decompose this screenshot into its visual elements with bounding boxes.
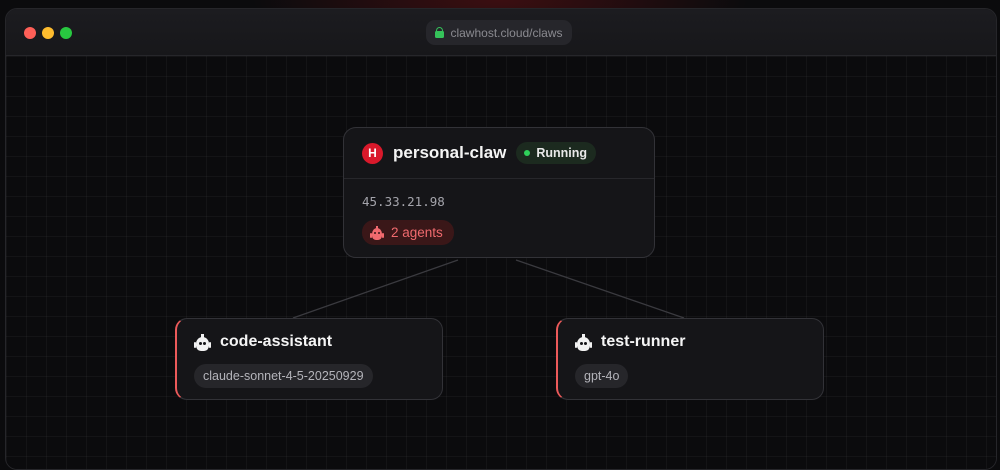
window-minimize-button[interactable] <box>42 27 54 39</box>
window-close-button[interactable] <box>24 27 36 39</box>
server-name: personal-claw <box>393 143 507 162</box>
agent-model-badge: claude-sonnet-4-5-20250929 <box>194 364 373 388</box>
status-badge: Running <box>516 142 597 164</box>
brand-h-icon: H <box>362 142 383 164</box>
server-card[interactable]: H personal-claw Running 45.33.21.98 2 ag… <box>343 127 655 258</box>
status-label: Running <box>536 146 588 160</box>
browser-titlebar: clawhost.cloud/claws <box>6 9 996 56</box>
status-dot-icon <box>524 150 531 156</box>
lock-icon <box>435 27 445 38</box>
agent-name: test-runner <box>601 333 686 350</box>
agent-card-test-runner[interactable]: test-runner gpt-4o <box>556 318 824 400</box>
agents-count-badge[interactable]: 2 agents <box>362 220 454 245</box>
server-ip: 45.33.21.98 <box>362 194 445 209</box>
server-card-header: H personal-claw Running <box>344 128 654 179</box>
address-url: clawhost.cloud/claws <box>450 25 563 40</box>
robot-icon <box>194 333 211 351</box>
agent-model-badge: gpt-4o <box>575 364 629 388</box>
robot-icon <box>575 333 592 351</box>
window-maximize-button[interactable] <box>60 27 72 39</box>
topology-canvas <box>6 56 996 469</box>
agent-card-code-assistant[interactable]: code-assistant claude-sonnet-4-5-2025092… <box>175 318 443 400</box>
address-bar[interactable]: clawhost.cloud/claws <box>426 20 572 45</box>
agents-count-label: 2 agents <box>391 225 443 240</box>
robot-icon <box>370 225 384 240</box>
agent-name: code-assistant <box>220 333 333 350</box>
